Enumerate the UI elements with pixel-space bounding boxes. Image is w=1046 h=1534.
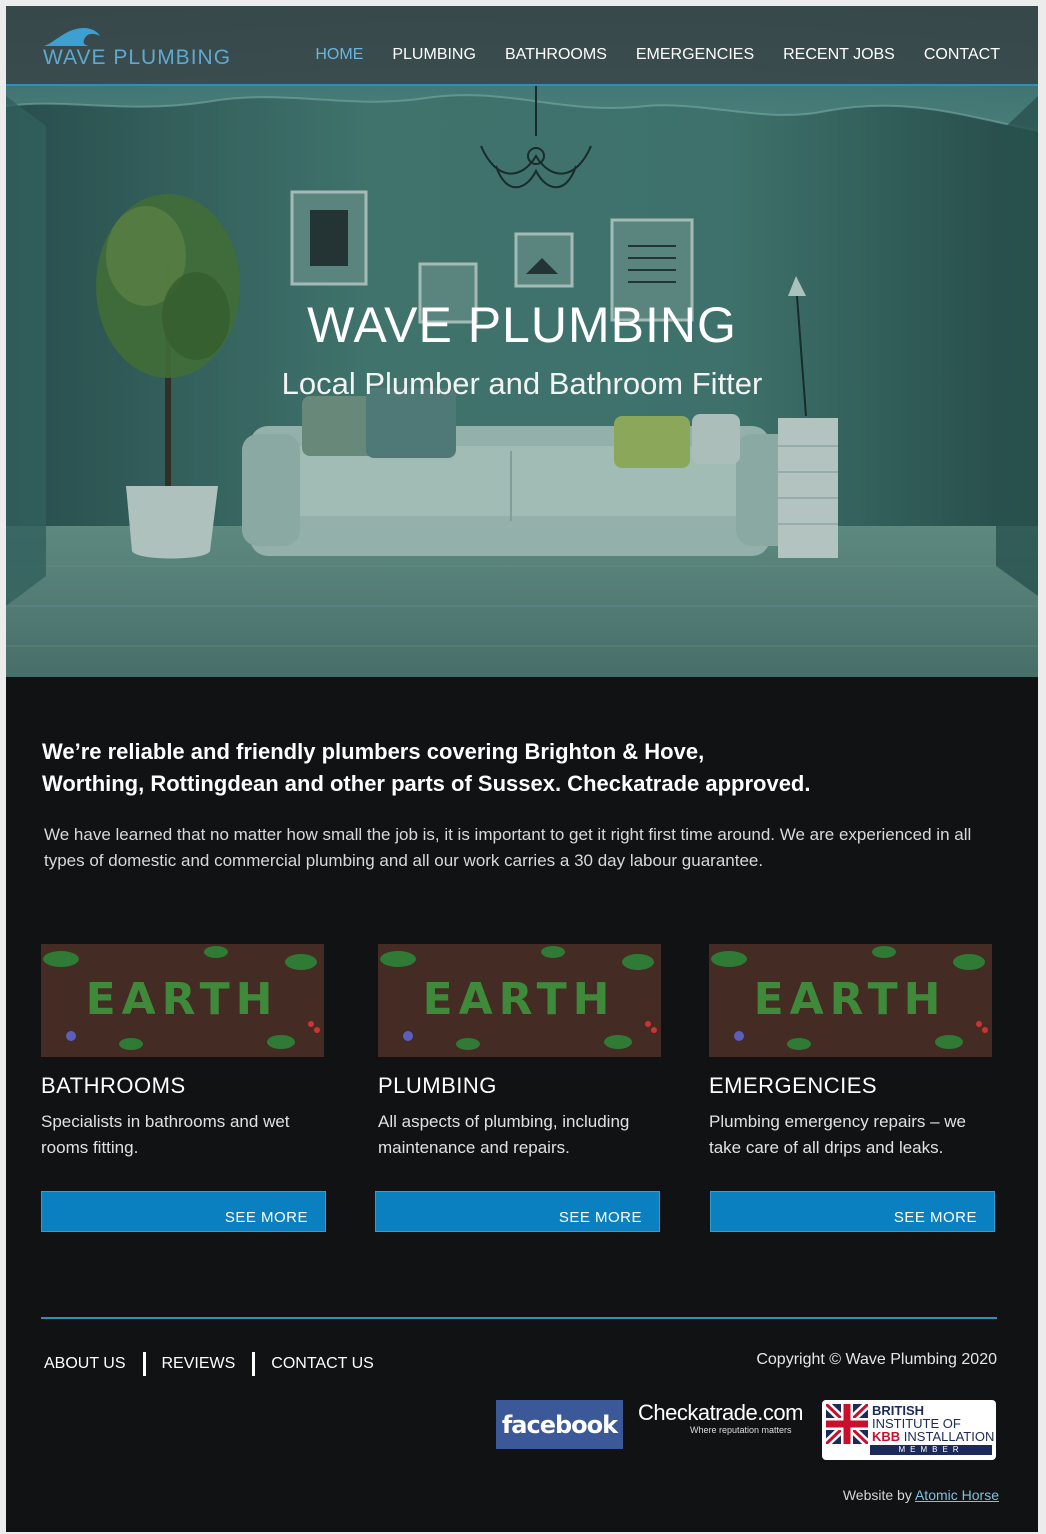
service-card-emergencies: EARTH EMERGENCIES Plumbing emergency rep… [709,944,994,1161]
kbb-member-badge[interactable]: BRITISH INSTITUTE OF KBB INSTALLATION ME… [822,1400,996,1460]
atomic-horse-link[interactable]: Atomic Horse [915,1487,999,1503]
copyright-text: Copyright © Wave Plumbing 2020 [756,1351,997,1368]
svg-text:EARTH: EARTH [86,974,279,1025]
site-logo[interactable]: WAVE PLUMBING [42,26,230,72]
nav-contact[interactable]: CONTACT [924,46,1000,64]
service-card-bathrooms: EARTH BATHROOMS Specialists in bathrooms… [41,944,326,1161]
intro-heading-line-2: Worthing, Rottingdean and other parts of… [42,771,811,796]
kbb-member-label: MEMBER [870,1445,992,1455]
footer-nav: ABOUT US REVIEWS CONTACT US [44,1352,374,1376]
site-credit: Website by Atomic Horse [843,1487,999,1503]
checkatrade-badge[interactable]: Checkatrade.com Where reputation matters [638,1400,808,1446]
service-card-plumbing: EARTH PLUMBING All aspects of plumbing, … [378,944,663,1161]
kbb-acronym: KBB [872,1429,901,1444]
wave-logo-icon [44,28,100,46]
checkatrade-tagline: Where reputation matters [690,1425,792,1435]
footer-contact-us-link[interactable]: CONTACT US [271,1355,374,1373]
site-header: WAVE PLUMBING HOME PLUMBING BATHROOMS EM… [6,6,1038,86]
nav-home[interactable]: HOME [315,46,363,64]
see-more-bathrooms-button[interactable]: SEE MORE [41,1191,326,1232]
kbb-line-3: KBB INSTALLATION [872,1430,994,1443]
kbb-installation: INSTALLATION [903,1429,995,1444]
svg-text:EARTH: EARTH [423,974,616,1025]
see-more-emergencies-button[interactable]: SEE MORE [710,1191,995,1232]
logo-text: WAVE PLUMBING [43,46,232,69]
service-image-bathrooms: EARTH [41,944,324,1057]
main-nav: HOME PLUMBING BATHROOMS EMERGENCIES RECE… [286,46,1000,64]
nav-plumbing[interactable]: PLUMBING [392,46,476,64]
see-more-plumbing-button[interactable]: SEE MORE [375,1191,660,1232]
hero-title: WAVE PLUMBING [307,297,737,353]
page-frame: WAVE PLUMBING Local Plumber and Bathroom… [6,6,1038,1532]
service-title: EMERGENCIES [709,1073,878,1098]
union-flag-icon [826,1404,868,1444]
service-title: BATHROOMS [41,1073,186,1098]
facebook-logo-text: facebook [501,1410,618,1439]
footer-separator [142,1352,146,1376]
hero-subtitle: Local Plumber and Bathroom Fitter [281,366,763,401]
service-image-emergencies: EARTH [709,944,992,1057]
svg-text:EARTH: EARTH [754,974,947,1025]
intro-heading: We’re reliable and friendly plumbers cov… [42,736,942,800]
footer-divider [41,1317,997,1319]
credit-prefix: Website by [842,1487,912,1503]
nav-bathrooms[interactable]: BATHROOMS [505,46,607,64]
service-title: PLUMBING [378,1073,497,1098]
hero-section: WAVE PLUMBING Local Plumber and Bathroom… [6,6,1038,677]
nav-recent-jobs[interactable]: RECENT JOBS [783,46,895,64]
service-description: Specialists in bathrooms and wet rooms f… [41,1112,290,1157]
facebook-badge[interactable]: facebook [496,1400,623,1449]
checkatrade-logo-text: Checkatrade.com [638,1400,803,1425]
service-image-plumbing: EARTH [378,944,661,1057]
footer-separator [252,1352,256,1376]
footer-about-us-link[interactable]: ABOUT US [44,1355,126,1373]
service-description: Plumbing emergency repairs – we take car… [709,1112,967,1157]
service-description: All aspects of plumbing, including maint… [378,1112,630,1157]
nav-emergencies[interactable]: EMERGENCIES [636,46,754,64]
footer-reviews-link[interactable]: REVIEWS [162,1355,236,1373]
intro-heading-line-1: We’re reliable and friendly plumbers cov… [42,739,705,764]
intro-body: We have learned that no matter how small… [44,825,972,870]
